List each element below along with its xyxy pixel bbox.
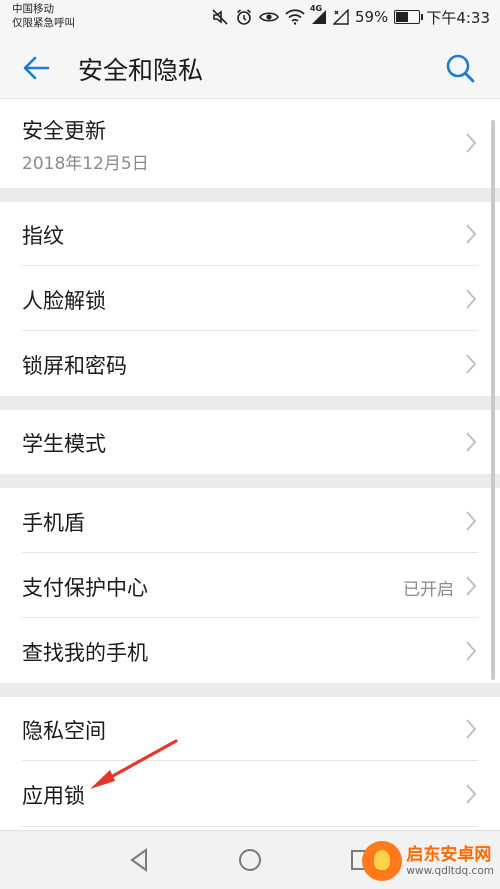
settings-list: 安全更新 2018年12月5日 指纹 人脸解锁 锁屏和密码 学生模式 手机盾 支… (0, 99, 500, 867)
chevron-right-icon (466, 719, 477, 739)
signal-4g-icon: 4G (310, 4, 327, 25)
status-text: 已开启 (403, 580, 454, 600)
watermark-text: 启东安卓网 www.qdltdq.com (406, 845, 494, 878)
app-bar: 安全和隐私 (0, 34, 500, 99)
network-type-label: 4G (309, 4, 323, 13)
chevron-right-icon (466, 784, 477, 804)
list-item-payment-protection[interactable]: 支付保护中心 已开启 (0, 553, 500, 618)
item-title: 隐私空间 (22, 719, 106, 743)
wifi-icon (285, 9, 305, 25)
battery-percent: 59% (354, 8, 389, 26)
item-title: 锁屏和密码 (22, 354, 127, 378)
watermark-url: www.qdltdq.com (406, 864, 494, 877)
section-separator (0, 474, 500, 488)
section-separator (0, 188, 500, 202)
nav-home-button[interactable] (235, 845, 265, 875)
search-button[interactable] (442, 50, 478, 86)
triangle-back-icon (130, 848, 147, 872)
battery-icon (394, 10, 424, 24)
item-title: 学生模式 (22, 432, 106, 456)
arrow-left-icon (23, 56, 50, 80)
chevron-right-icon (466, 641, 477, 661)
eye-comfort-icon (259, 8, 279, 26)
section-separator (0, 683, 500, 697)
chevron-right-icon (466, 354, 477, 374)
clock: 下午4:33 (426, 8, 490, 27)
list-item-private-space[interactable]: 隐私空间 (0, 697, 500, 761)
chevron-right-icon (466, 576, 477, 596)
list-item-lock-screen-password[interactable]: 锁屏和密码 (0, 331, 500, 396)
chevron-right-icon (466, 133, 477, 153)
status-bar: 中国移动 仅限紧急呼叫 4G 59% 下午4:33 (0, 0, 500, 34)
page-title: 安全和隐私 (78, 56, 204, 85)
watermark-name: 启东安卓网 (406, 844, 492, 865)
item-title: 查找我的手机 (22, 641, 148, 665)
carrier-name: 中国移动 (12, 3, 54, 15)
section-separator (0, 396, 500, 410)
scrollbar[interactable] (491, 120, 495, 680)
list-item-student-mode[interactable]: 学生模式 (0, 410, 500, 474)
list-item-phone-shield[interactable]: 手机盾 (0, 488, 500, 553)
chevron-right-icon (466, 224, 477, 244)
carrier-info: 中国移动 仅限紧急呼叫 (12, 2, 75, 30)
search-icon (446, 54, 475, 83)
navigation-bar: 启东安卓网 www.qdltdq.com (0, 830, 500, 889)
status-icons: 4G 59% 下午4:33 (211, 4, 490, 27)
back-button[interactable] (18, 50, 58, 86)
item-subtitle: 2018年12月5日 (22, 154, 149, 174)
nav-back-button[interactable] (124, 845, 154, 875)
item-title: 安全更新 (22, 119, 106, 143)
list-item-face-unlock[interactable]: 人脸解锁 (0, 266, 500, 331)
item-title: 人脸解锁 (22, 289, 106, 313)
item-title: 指纹 (22, 224, 64, 248)
watermark: 启东安卓网 www.qdltdq.com (362, 837, 494, 885)
item-title: 支付保护中心 (22, 576, 148, 600)
list-item-app-lock[interactable]: 应用锁 (0, 761, 500, 827)
item-title: 手机盾 (22, 511, 85, 535)
chevron-right-icon (466, 289, 477, 309)
battery-fill (396, 12, 409, 22)
list-item-security-update[interactable]: 安全更新 2018年12月5日 (0, 99, 500, 188)
signal-no-sim-icon (332, 9, 349, 25)
chevron-right-icon (466, 432, 477, 452)
chevron-right-icon (466, 511, 477, 531)
circle-home-icon (239, 849, 261, 871)
alarm-icon (235, 8, 253, 26)
item-title: 应用锁 (22, 784, 85, 808)
emergency-only-text: 仅限紧急呼叫 (12, 17, 75, 29)
list-item-find-my-phone[interactable]: 查找我的手机 (0, 618, 500, 683)
watermark-logo-icon (362, 841, 403, 881)
list-item-fingerprint[interactable]: 指纹 (0, 202, 500, 266)
mute-icon (211, 8, 229, 26)
